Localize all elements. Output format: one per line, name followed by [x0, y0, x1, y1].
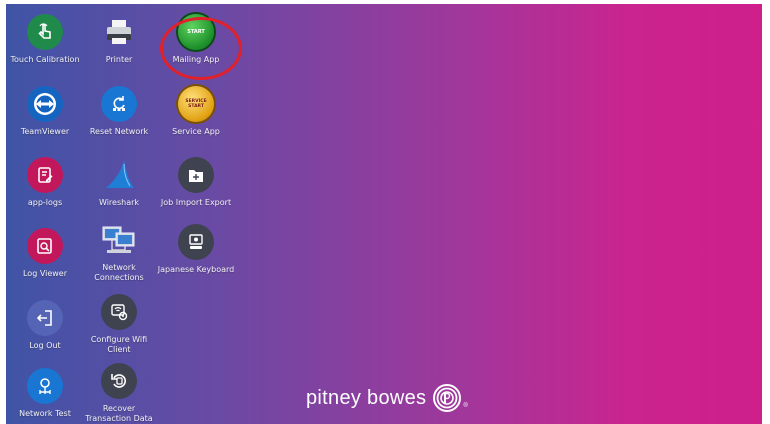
brand-name: pitney bowes	[306, 386, 427, 409]
icon-label: Touch Calibration	[10, 55, 80, 64]
log-out-icon	[27, 300, 63, 336]
icon-label: Log Out	[29, 341, 61, 350]
icon-label: TeamViewer	[20, 127, 70, 136]
service-badge-text: SERVICE START	[185, 99, 207, 109]
recover-data-icon	[101, 363, 137, 399]
printer-shortcut[interactable]: Printer	[80, 14, 158, 65]
log-out-shortcut[interactable]: Log Out	[6, 300, 84, 351]
icon-label: Wireshark	[98, 198, 140, 207]
job-import-export-shortcut[interactable]: Job Import Export	[157, 157, 235, 208]
service-start-icon: SERVICE START	[178, 86, 214, 122]
network-computers-icon	[101, 222, 137, 258]
recover-transaction-data-shortcut[interactable]: Recover Transaction Data	[80, 363, 158, 424]
wireshark-shortcut[interactable]: Wireshark	[80, 157, 158, 208]
icon-label: Network Test	[19, 409, 71, 418]
app-logs-icon	[27, 157, 63, 193]
service-app-shortcut[interactable]: SERVICE START Service App	[157, 86, 235, 137]
registered-mark: ®	[463, 403, 469, 409]
network-connections-shortcut[interactable]: Network Connections	[80, 222, 158, 283]
configure-wifi-shortcut[interactable]: Configure Wifi Client	[80, 294, 158, 355]
job-import-export-icon	[178, 157, 214, 193]
icon-label: Job Import Export	[160, 198, 232, 207]
pitney-bowes-spiral-icon	[433, 384, 462, 412]
icon-label: Log Viewer	[22, 269, 68, 278]
japanese-keyboard-icon	[178, 224, 214, 260]
teamviewer-icon	[27, 86, 63, 122]
icon-label: Japanese Keyboard	[157, 265, 235, 274]
touch-hand-icon	[27, 14, 63, 50]
reset-network-shortcut[interactable]: Reset Network	[80, 86, 158, 137]
icon-label: Reset Network	[89, 127, 149, 136]
icon-label: Configure Wifi Client	[90, 335, 148, 354]
icon-label: app-logs	[27, 198, 63, 207]
pitney-bowes-logo: pitney bowes ®	[306, 383, 468, 413]
japanese-keyboard-shortcut[interactable]: Japanese Keyboard	[157, 224, 235, 275]
icon-label: Printer	[105, 55, 133, 64]
app-logs-shortcut[interactable]: app-logs	[6, 157, 84, 208]
desktop: Touch Calibration TeamViewer app-logs Lo…	[6, 4, 762, 424]
log-viewer-shortcut[interactable]: Log Viewer	[6, 228, 84, 279]
log-viewer-icon	[27, 228, 63, 264]
wifi-config-icon	[101, 294, 137, 330]
teamviewer-shortcut[interactable]: TeamViewer	[6, 86, 84, 137]
highlight-ring	[160, 17, 242, 80]
network-test-icon	[27, 368, 63, 404]
touch-calibration-shortcut[interactable]: Touch Calibration	[6, 14, 84, 65]
wireshark-fin-icon	[101, 157, 137, 193]
icon-label: Recover Transaction Data	[85, 404, 153, 423]
network-test-shortcut[interactable]: Network Test	[6, 368, 84, 419]
reset-network-icon	[101, 86, 137, 122]
printer-icon	[101, 14, 137, 50]
icon-label: Network Connections	[94, 263, 144, 282]
icon-label: Service App	[172, 127, 220, 136]
